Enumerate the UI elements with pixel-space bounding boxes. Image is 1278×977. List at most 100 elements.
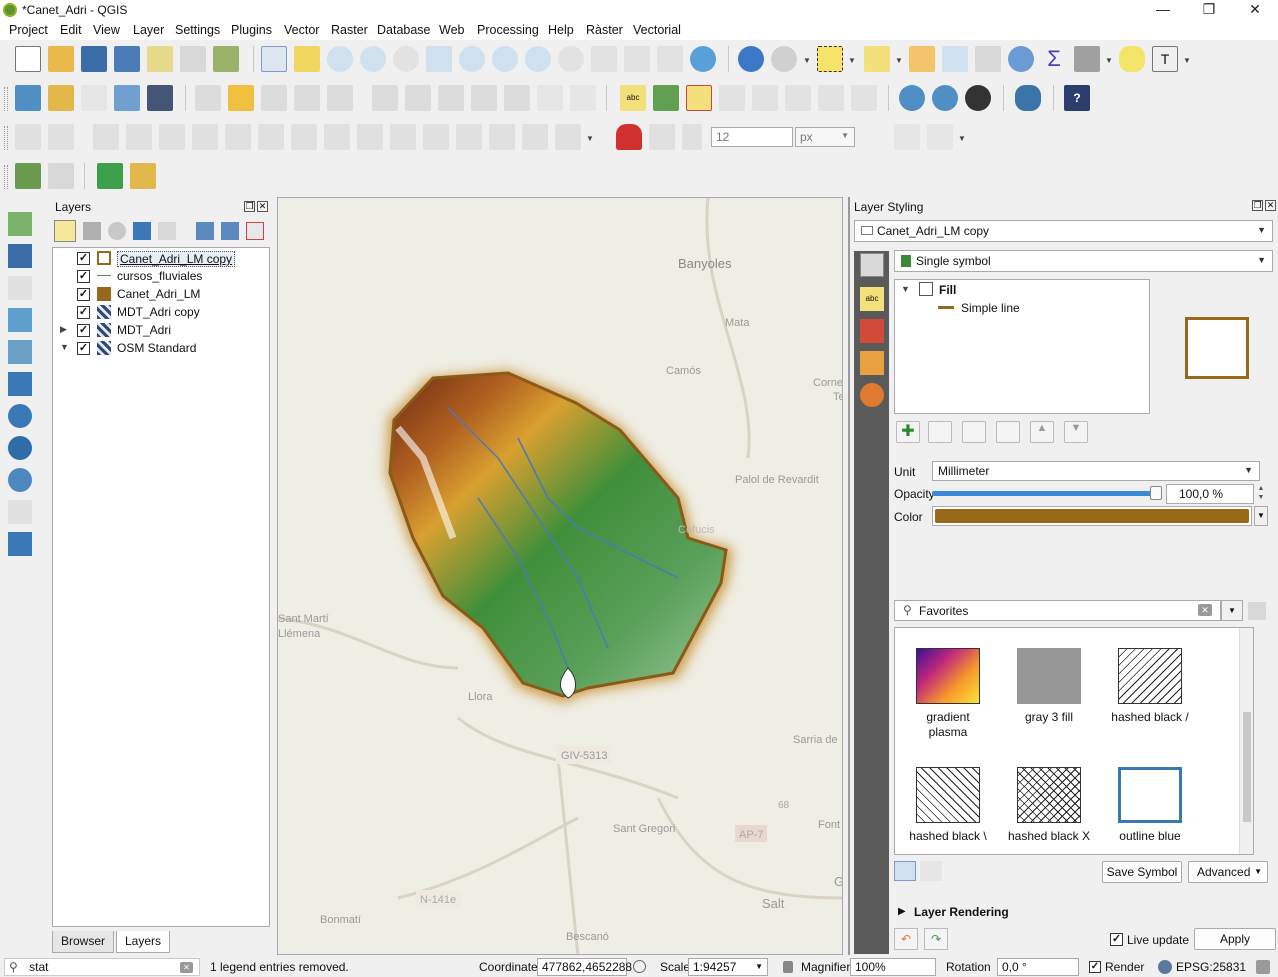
magnifier-input[interactable]: 100% <box>850 958 936 976</box>
spinbox-arrows-icon[interactable]: ▲ ▼ <box>1254 484 1268 504</box>
add-delimited-text-icon[interactable] <box>8 308 32 332</box>
menu-raster-ca[interactable]: Ràster <box>586 23 623 37</box>
plugin-tool-4-icon[interactable] <box>130 163 156 189</box>
delete-ring-icon[interactable] <box>159 124 185 150</box>
refresh-icon[interactable] <box>690 46 716 72</box>
coordinate-input[interactable]: 477862,4652288 <box>537 958 632 976</box>
symbol-item[interactable]: gradient plasma <box>898 648 998 740</box>
crs-icon[interactable] <box>1158 960 1172 974</box>
map-canvas[interactable]: Banyoles Mata Camós Corne Te Palol de Re… <box>277 197 843 955</box>
symbol-item[interactable]: hashed black \ <box>898 767 998 843</box>
new-shapefile-icon[interactable] <box>81 85 107 111</box>
collapse-arrow-icon[interactable]: ▼ <box>901 284 910 294</box>
undo-icon[interactable] <box>537 85 563 111</box>
remove-symbol-layer-icon[interactable] <box>928 421 952 443</box>
new-temp-layer-icon[interactable] <box>147 85 173 111</box>
add-symbol-layer-icon[interactable]: ✚ <box>896 421 920 443</box>
add-wcs-icon[interactable] <box>8 436 32 460</box>
filter-legend-icon[interactable] <box>133 222 151 240</box>
globe-plugin-icon[interactable] <box>965 85 991 111</box>
restore-button[interactable]: ❐ <box>1186 0 1232 20</box>
zoom-out-icon[interactable] <box>360 46 386 72</box>
add-group-icon[interactable] <box>83 222 101 240</box>
save-edits-icon[interactable] <box>261 85 287 111</box>
change-label-icon[interactable] <box>851 85 877 111</box>
opacity-slider-track[interactable] <box>932 491 1162 496</box>
tab-browser[interactable]: Browser <box>52 931 115 953</box>
filter-expression-icon[interactable] <box>158 222 176 240</box>
menu-raster[interactable]: Raster <box>331 23 368 37</box>
style-manager-icon[interactable] <box>1248 602 1266 620</box>
rotate-label-icon[interactable] <box>818 85 844 111</box>
pin-labels-icon[interactable] <box>719 85 745 111</box>
qgis2web-icon[interactable] <box>97 163 123 189</box>
snap-unit-select[interactable]: px ▼ <box>795 127 855 147</box>
new-geopackage-icon[interactable] <box>48 85 74 111</box>
menu-vectorial[interactable]: Vectorial <box>633 23 681 37</box>
label-tool-icon[interactable]: abc <box>620 85 646 111</box>
apply-button[interactable]: Apply <box>1194 928 1276 950</box>
map-tips-icon[interactable] <box>1119 46 1145 72</box>
menu-database[interactable]: Database <box>377 23 431 37</box>
select-features-icon[interactable] <box>817 46 843 72</box>
visibility-checkbox[interactable]: ✓ <box>77 252 90 265</box>
open-project-icon[interactable] <box>48 46 74 72</box>
color-button[interactable] <box>932 506 1252 526</box>
rotate-feature-icon[interactable] <box>555 124 581 150</box>
clear-search-icon[interactable]: ✕ <box>1198 604 1212 616</box>
unit-select[interactable]: Millimeter ▼ <box>932 461 1260 481</box>
manage-visibility-icon[interactable] <box>108 222 126 240</box>
lock-color-icon[interactable] <box>962 421 986 443</box>
layer-select[interactable]: Canet_Adri_LM copy ▼ <box>854 220 1273 242</box>
pan-to-selection-icon[interactable] <box>294 46 320 72</box>
modify-attributes-icon[interactable] <box>372 85 398 111</box>
visibility-checkbox[interactable]: ✓ <box>77 342 90 355</box>
zoom-next-icon[interactable] <box>591 46 617 72</box>
statistics-icon[interactable] <box>975 46 1001 72</box>
visibility-checkbox[interactable]: ✓ <box>77 306 90 319</box>
processing-toolbox-icon[interactable] <box>1008 46 1034 72</box>
python-console-icon[interactable] <box>1015 85 1041 111</box>
measure-icon[interactable] <box>1074 46 1100 72</box>
symbol-item[interactable]: hashed black / <box>1100 648 1200 724</box>
expand-arrow-icon[interactable]: ▼ <box>60 342 69 352</box>
history-icon[interactable] <box>860 383 884 407</box>
merge-attributes-icon[interactable] <box>456 124 482 150</box>
add-circular-string-icon[interactable] <box>48 124 74 150</box>
wfs-search-icon[interactable] <box>932 85 958 111</box>
layer-item[interactable]: ✓ Canet_Adri_LM <box>53 285 269 303</box>
zoom-last-icon[interactable] <box>558 46 584 72</box>
menu-layer[interactable]: Layer <box>133 23 164 37</box>
intersection-snap-icon[interactable] <box>894 124 920 150</box>
add-vector-layer-icon[interactable] <box>8 212 32 236</box>
deselect-all-icon[interactable] <box>909 46 935 72</box>
advanced-button[interactable]: Advanced ▼ <box>1188 861 1268 883</box>
reshape-icon[interactable] <box>258 124 284 150</box>
toggle-editing-icon[interactable] <box>228 85 254 111</box>
menu-edit[interactable]: Edit <box>60 23 82 37</box>
paste-features-icon[interactable] <box>504 85 530 111</box>
layer-rendering-header[interactable]: Layer Rendering <box>914 905 1009 919</box>
add-feature-icon[interactable] <box>294 85 320 111</box>
add-postgis-icon[interactable] <box>8 372 32 396</box>
layout-manager-icon[interactable] <box>213 46 239 72</box>
select-by-value-icon[interactable] <box>864 46 890 72</box>
opacity-input[interactable]: 100,0 % <box>1166 484 1254 504</box>
float-panel-icon[interactable]: ❐ <box>1252 200 1263 211</box>
show-hide-labels-icon[interactable] <box>752 85 778 111</box>
delete-selected-icon[interactable] <box>405 85 431 111</box>
zoom-layer-icon[interactable] <box>492 46 518 72</box>
add-wms-icon[interactable] <box>8 404 32 428</box>
move-down-icon[interactable]: ▼ <box>1064 421 1088 443</box>
new-print-layout-icon[interactable] <box>147 46 173 72</box>
add-part-icon[interactable] <box>192 124 218 150</box>
topological-editing-icon[interactable] <box>861 124 887 150</box>
symbol-item[interactable]: gray 3 fill <box>999 648 1099 724</box>
attribute-table-icon[interactable] <box>942 46 968 72</box>
opacity-slider-handle[interactable] <box>1150 486 1162 500</box>
metasearch-icon[interactable] <box>899 85 925 111</box>
diagram-tool-icon[interactable] <box>653 85 679 111</box>
add-raster-layer-icon[interactable] <box>8 244 32 268</box>
menu-help[interactable]: Help <box>548 23 574 37</box>
close-panel-icon[interactable]: ✕ <box>1265 200 1276 211</box>
